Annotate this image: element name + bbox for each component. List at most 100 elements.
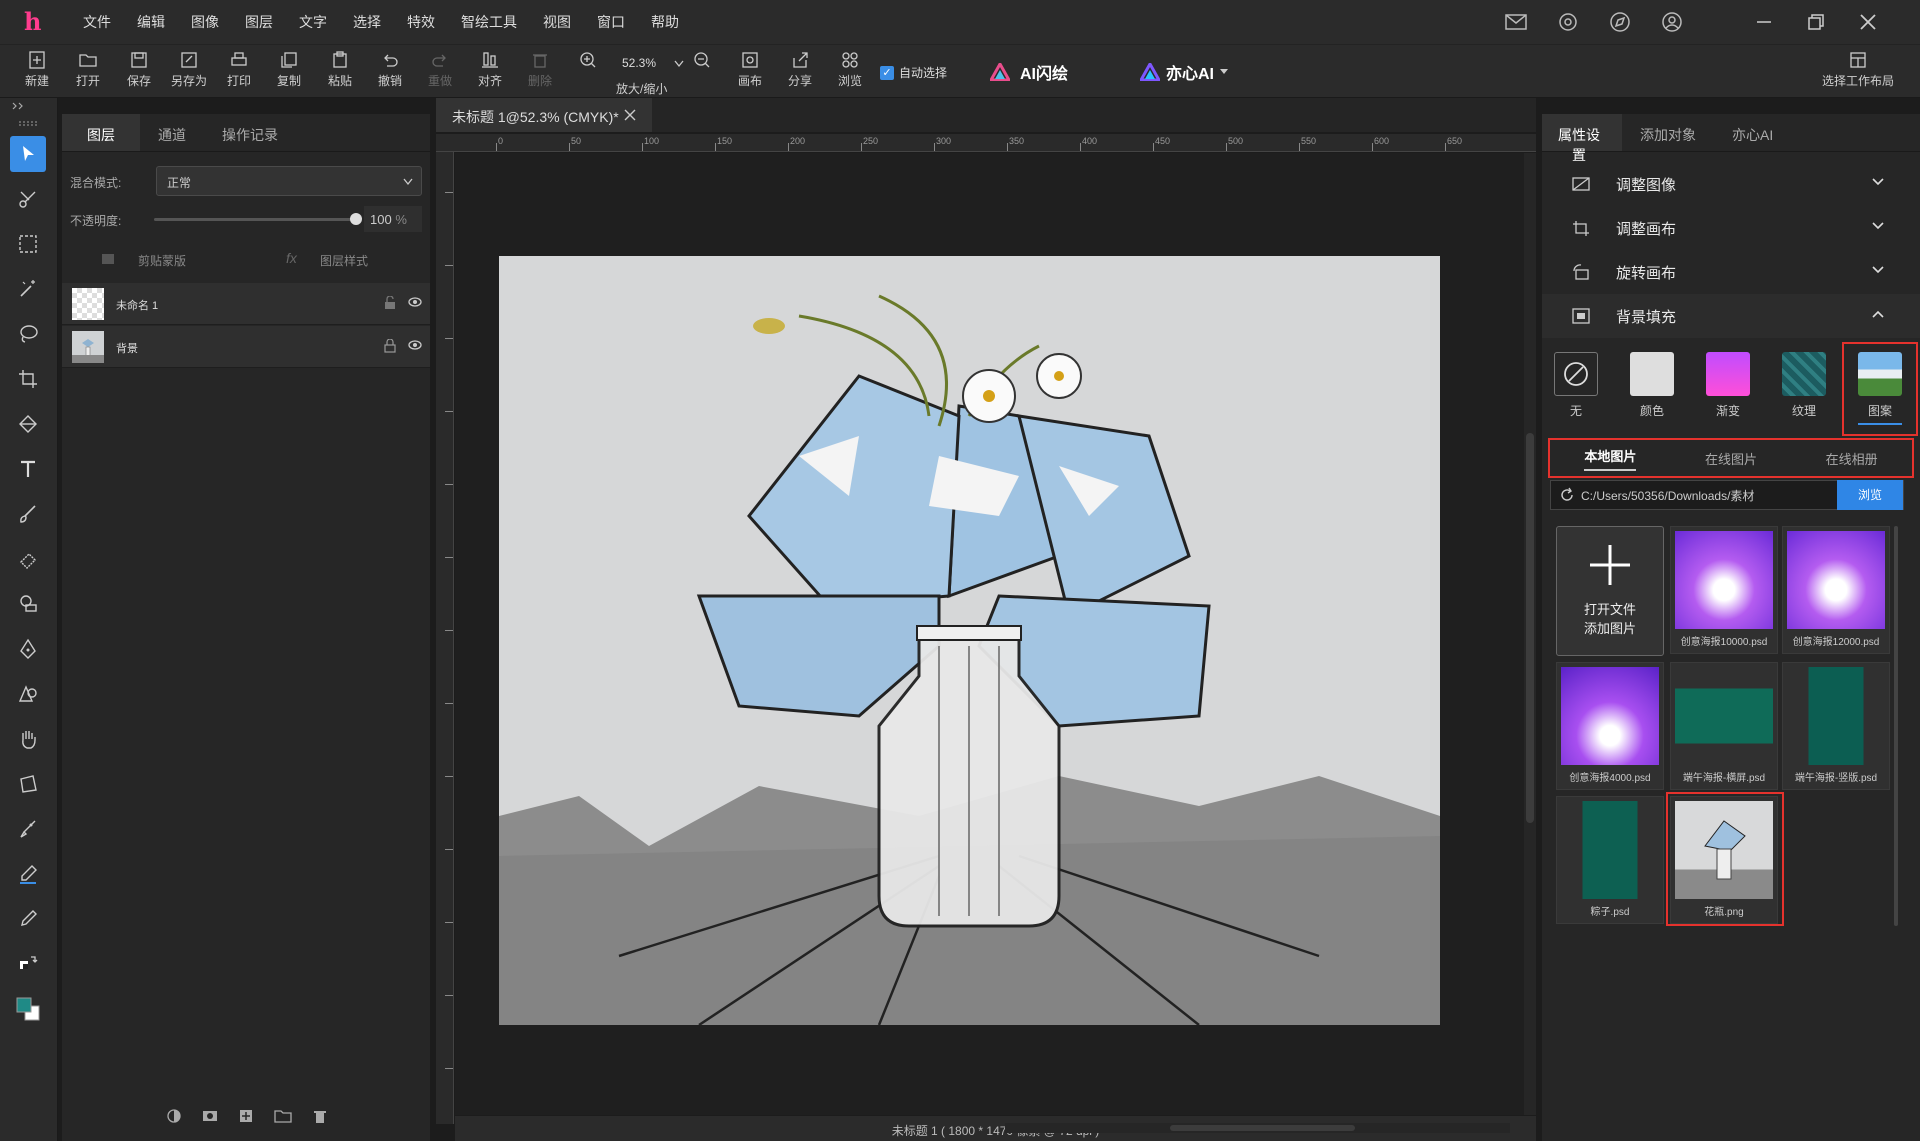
settings-icon[interactable] bbox=[1542, 0, 1594, 44]
eye-icon[interactable] bbox=[408, 296, 422, 308]
adjustment-layer-icon[interactable] bbox=[166, 1108, 182, 1124]
minimize-icon[interactable] bbox=[1738, 0, 1790, 44]
color-swatch[interactable] bbox=[10, 991, 46, 1027]
drag-handle-icon[interactable] bbox=[18, 120, 40, 126]
layer-row[interactable]: 未命名 1 bbox=[62, 283, 430, 325]
crop-tool[interactable] bbox=[10, 361, 46, 397]
yixin-ai-button[interactable]: 亦心AI bbox=[1140, 60, 1229, 84]
browse-folder-button[interactable]: 浏览 bbox=[1837, 480, 1903, 510]
close-icon[interactable] bbox=[1842, 0, 1894, 44]
opacity-slider-handle[interactable] bbox=[350, 213, 362, 225]
eraser-tool[interactable] bbox=[10, 541, 46, 577]
menu-window[interactable]: 窗口 bbox=[584, 12, 638, 32]
restore-icon[interactable] bbox=[1790, 0, 1842, 44]
tab-add-object[interactable]: 添加对象 bbox=[1622, 114, 1714, 151]
opacity-field[interactable]: 100 % bbox=[364, 206, 422, 232]
zoom-value[interactable]: 52.3% bbox=[622, 56, 656, 70]
section-adjust-canvas[interactable]: 调整画布 bbox=[1542, 206, 1920, 250]
user-icon[interactable] bbox=[1646, 0, 1698, 44]
tab-history[interactable]: 操作记录 bbox=[204, 114, 296, 151]
group-folder-icon[interactable] bbox=[274, 1108, 292, 1124]
fill-tool[interactable] bbox=[10, 406, 46, 442]
image-thumbnail[interactable]: 创意海报4000.psd bbox=[1556, 662, 1664, 790]
close-tab-icon[interactable] bbox=[624, 109, 636, 121]
menu-help[interactable]: 帮助 bbox=[638, 12, 692, 32]
workspace-layout-button[interactable]: 选择工作布局 bbox=[1810, 50, 1906, 89]
shape-tool[interactable] bbox=[10, 676, 46, 712]
section-background-fill[interactable]: 背景填充 bbox=[1542, 294, 1920, 338]
image-thumbnail[interactable]: 创意海报12000.psd bbox=[1782, 526, 1890, 654]
auto-select-checkbox[interactable]: ✓ 自动选择 bbox=[880, 64, 947, 81]
image-thumbnail[interactable]: 创意海报10000.psd bbox=[1670, 526, 1778, 654]
tab-layers[interactable]: 图层 bbox=[62, 114, 140, 151]
browse-button[interactable]: 浏览 bbox=[827, 50, 873, 89]
vertical-scrollbar[interactable] bbox=[1524, 153, 1536, 1115]
tab-yixin-ai[interactable]: 亦心AI bbox=[1714, 114, 1791, 151]
align-button[interactable]: 对齐 bbox=[467, 50, 513, 89]
artwork-canvas[interactable] bbox=[499, 256, 1440, 1025]
image-thumbnail[interactable]: 端午海报-横屏.psd bbox=[1670, 662, 1778, 790]
magic-wand-tool[interactable] bbox=[10, 271, 46, 307]
layer-row[interactable]: 背景 bbox=[62, 326, 430, 368]
image-thumbnail[interactable]: 端午海报-竖版.psd bbox=[1782, 662, 1890, 790]
clip-mask-button[interactable]: 剪贴蒙版 bbox=[138, 252, 186, 269]
refresh-icon[interactable] bbox=[1559, 487, 1575, 503]
folder-path-field[interactable]: C:/Users/50356/Downloads/素材 浏览 bbox=[1550, 480, 1904, 510]
zoom-in-button[interactable] bbox=[566, 50, 610, 72]
pencil-tool[interactable] bbox=[10, 856, 46, 892]
horizontal-scrollbar[interactable] bbox=[1005, 1123, 1510, 1133]
share-button[interactable]: 分享 bbox=[777, 50, 823, 89]
fill-color-option[interactable]: 颜色 bbox=[1626, 352, 1678, 419]
lasso-tool[interactable] bbox=[10, 316, 46, 352]
print-button[interactable]: 打印 bbox=[216, 50, 262, 89]
section-adjust-image[interactable]: 调整图像 bbox=[1542, 162, 1920, 206]
menu-select[interactable]: 选择 bbox=[340, 12, 394, 32]
ai-flash-button[interactable]: AI闪绘 bbox=[990, 60, 1068, 84]
save-as-button[interactable]: 另存为 bbox=[166, 50, 212, 89]
menu-layer[interactable]: 图层 bbox=[232, 12, 286, 32]
eye-icon[interactable] bbox=[408, 339, 422, 351]
stamp-tool[interactable] bbox=[10, 586, 46, 622]
fill-texture-option[interactable]: 纹理 bbox=[1778, 352, 1830, 419]
mail-icon[interactable] bbox=[1490, 0, 1542, 44]
menu-effects[interactable]: 特效 bbox=[394, 12, 448, 32]
copy-button[interactable]: 复制 bbox=[266, 50, 312, 89]
layer-style-button[interactable]: 图层样式 bbox=[320, 252, 368, 269]
marquee-tool[interactable] bbox=[10, 226, 46, 262]
menu-smart-tools[interactable]: 智绘工具 bbox=[448, 12, 530, 32]
menu-view[interactable]: 视图 bbox=[530, 12, 584, 32]
new-layer-icon[interactable] bbox=[238, 1108, 254, 1124]
new-button[interactable]: 新建 bbox=[14, 50, 60, 89]
pen-tool[interactable] bbox=[10, 631, 46, 667]
tab-channels[interactable]: 通道 bbox=[140, 114, 204, 151]
redo-button[interactable]: 重做 bbox=[417, 50, 463, 89]
menu-image[interactable]: 图像 bbox=[178, 12, 232, 32]
open-button[interactable]: 打开 bbox=[65, 50, 111, 89]
eyedropper-tool[interactable] bbox=[10, 901, 46, 937]
paste-button[interactable]: 粘贴 bbox=[317, 50, 363, 89]
text-tool[interactable] bbox=[10, 451, 46, 487]
undo-button[interactable]: 撤销 bbox=[367, 50, 413, 89]
swap-colors-tool[interactable] bbox=[10, 946, 46, 982]
smart-cut-tool[interactable] bbox=[10, 181, 46, 217]
delete-layer-icon[interactable] bbox=[312, 1108, 328, 1124]
brush-tool[interactable] bbox=[10, 496, 46, 532]
section-rotate-canvas[interactable]: 旋转画布 bbox=[1542, 250, 1920, 294]
menu-text[interactable]: 文字 bbox=[286, 12, 340, 32]
tab-properties[interactable]: 属性设置 bbox=[1542, 114, 1622, 163]
unlock-icon[interactable] bbox=[384, 296, 396, 310]
scrollbar-thumb[interactable] bbox=[1526, 433, 1534, 823]
fill-none-option[interactable]: 无 bbox=[1550, 352, 1602, 419]
mask-icon[interactable] bbox=[202, 1108, 218, 1124]
image-thumbnail[interactable]: 粽子.psd bbox=[1556, 796, 1664, 924]
horizontal-scrollbar-thumb[interactable] bbox=[1170, 1125, 1355, 1131]
canvas-button[interactable]: 画布 bbox=[727, 50, 773, 89]
expand-icon[interactable] bbox=[12, 102, 26, 110]
save-button[interactable]: 保存 bbox=[116, 50, 162, 89]
move-tool[interactable] bbox=[10, 136, 46, 172]
transform-tool[interactable] bbox=[10, 766, 46, 802]
thumbnail-scrollbar[interactable] bbox=[1894, 526, 1898, 926]
heal-brush-tool[interactable] bbox=[10, 811, 46, 847]
document-tab[interactable]: 未标题 1@52.3% (CMYK)* bbox=[436, 98, 652, 132]
zoom-out-button[interactable] bbox=[680, 50, 724, 72]
